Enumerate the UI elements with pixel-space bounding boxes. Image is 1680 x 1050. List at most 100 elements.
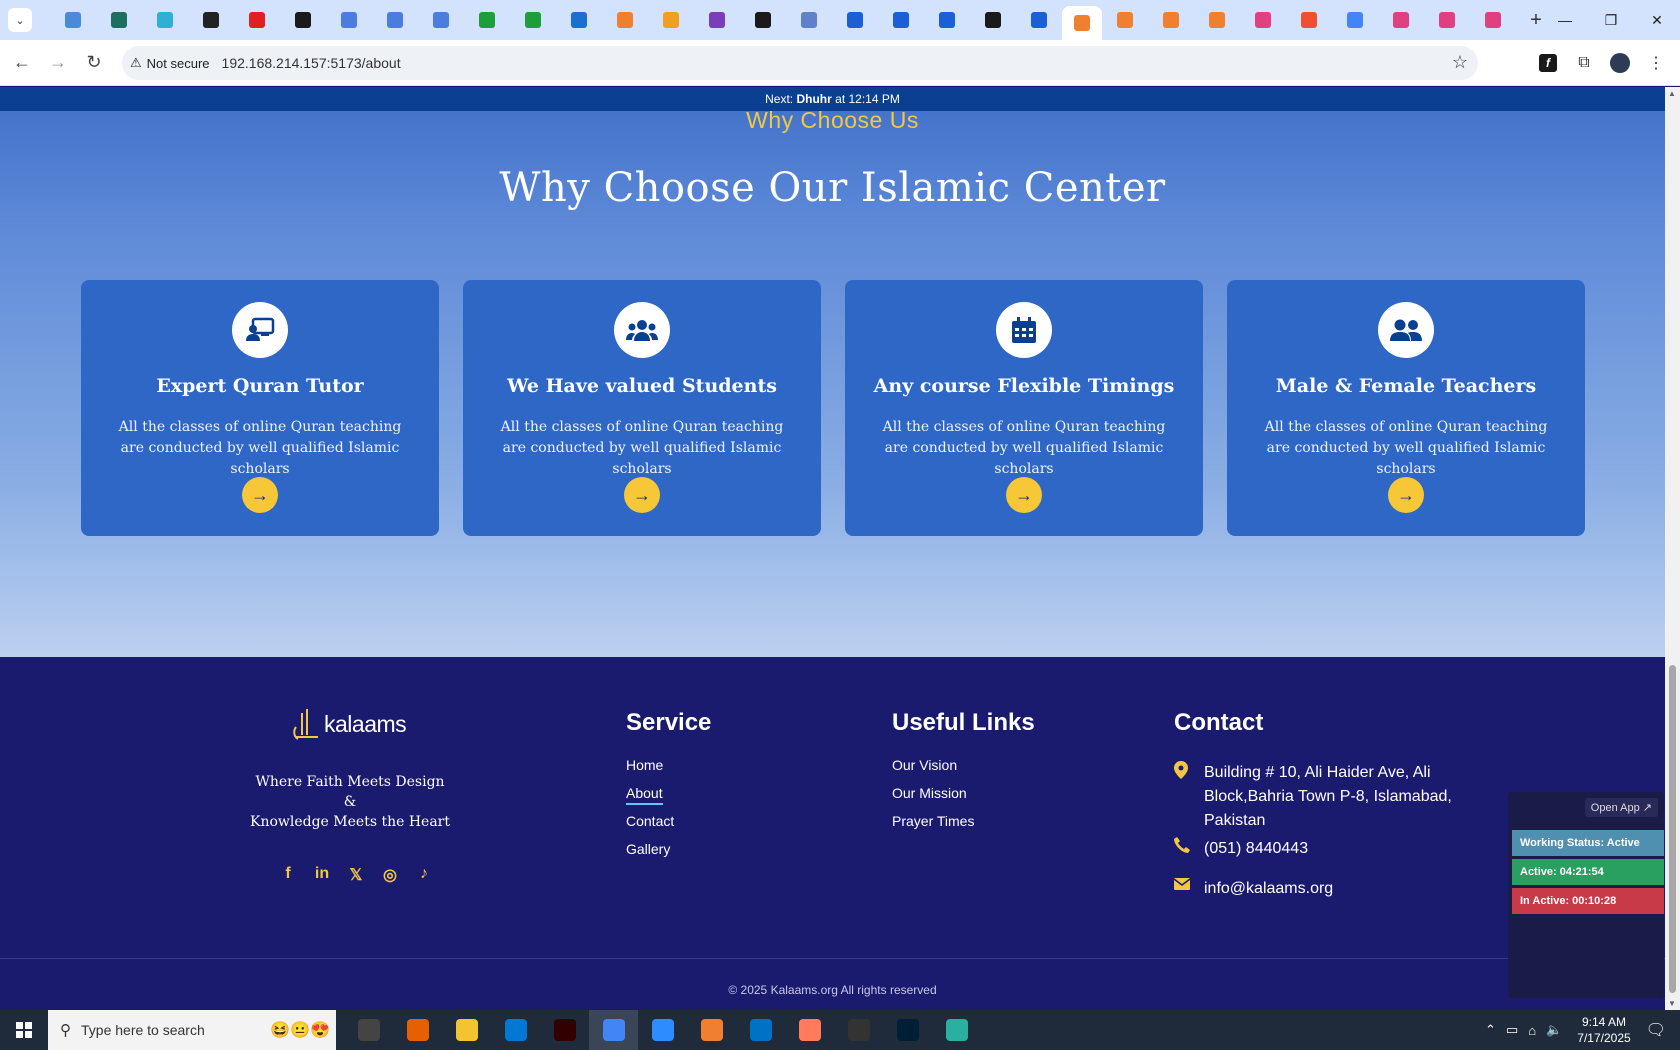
card-arrow-button[interactable]: → <box>1006 477 1042 513</box>
browser-tab[interactable] <box>464 0 510 40</box>
taskbar-app-icon[interactable] <box>344 1010 393 1050</box>
footer-link-home[interactable]: Home <box>626 757 674 785</box>
browser-tab[interactable] <box>418 0 464 40</box>
browser-tab[interactable] <box>1240 0 1286 40</box>
prayer-prefix: Next: <box>765 92 794 106</box>
footer-link-gallery[interactable]: Gallery <box>626 841 674 869</box>
browser-tab[interactable] <box>970 0 1016 40</box>
page-scrollbar[interactable]: ▲ ▼ <box>1665 87 1680 1010</box>
extension-f-icon[interactable]: f <box>1530 46 1566 80</box>
footer-link-our-vision[interactable]: Our Vision <box>892 757 974 785</box>
taskbar-app-icon[interactable] <box>491 1010 540 1050</box>
taskbar-app-icon[interactable] <box>834 1010 883 1050</box>
browser-tab[interactable] <box>1102 0 1148 40</box>
forward-icon[interactable]: → <box>40 45 76 81</box>
why-choose-section: Why Choose Us Why Choose Our Islamic Cen… <box>0 87 1665 657</box>
browser-tab[interactable] <box>510 0 556 40</box>
bookmark-star-icon[interactable]: ☆ <box>1452 52 1468 73</box>
user-friends-icon <box>1378 302 1434 358</box>
browser-tab[interactable] <box>234 0 280 40</box>
open-app-button[interactable]: Open App ↗ <box>1584 798 1658 817</box>
browser-tab[interactable] <box>832 0 878 40</box>
browser-tab[interactable] <box>786 0 832 40</box>
site-footer: kalaams Where Faith Meets Design & Knowl… <box>0 657 1665 1010</box>
taskbar-app-icon[interactable] <box>540 1010 589 1050</box>
browser-tab[interactable] <box>142 0 188 40</box>
browser-tab[interactable] <box>1424 0 1470 40</box>
taskbar-clock[interactable]: 9:14 AM 7/17/2025 <box>1577 1014 1630 1046</box>
kalaams-logo[interactable]: kalaams <box>292 707 407 741</box>
linkedin-icon[interactable]: in <box>305 865 339 885</box>
browser-tab[interactable] <box>1016 0 1062 40</box>
close-icon[interactable]: ✕ <box>1634 0 1680 40</box>
browser-tab[interactable] <box>1194 0 1240 40</box>
url-text[interactable]: 192.168.214.157:5173/about <box>222 55 401 71</box>
network-icon[interactable]: ⌂ <box>1528 1023 1536 1038</box>
browser-tab[interactable] <box>1062 6 1102 40</box>
meet-now-icon[interactable]: ▭ <box>1506 1022 1518 1038</box>
card-arrow-button[interactable]: → <box>624 477 660 513</box>
address-bar[interactable]: ⚠ Not secure 192.168.214.157:5173/about … <box>122 46 1478 80</box>
taskbar-app-icon[interactable] <box>589 1010 638 1050</box>
link-label: Our Vision <box>892 757 958 773</box>
browser-tab[interactable] <box>326 0 372 40</box>
browser-menu-icon[interactable]: ⋮ <box>1638 46 1674 80</box>
facebook-icon[interactable]: f <box>271 865 305 885</box>
contact-email: info@kalaams.org <box>1173 877 1333 901</box>
taskbar-app-icon[interactable] <box>932 1010 981 1050</box>
instagram-icon[interactable]: ◎ <box>373 865 407 885</box>
x-twitter-icon[interactable]: 𝕏 <box>339 865 373 885</box>
footer-link-prayer-times[interactable]: Prayer Times <box>892 813 974 841</box>
back-icon[interactable]: ← <box>4 45 40 81</box>
taskbar-search[interactable]: ⚲ Type here to search 😆😐😍 <box>48 1010 336 1050</box>
scroll-up-arrow-icon[interactable]: ▲ <box>1668 89 1676 98</box>
taskbar-app-icon[interactable] <box>393 1010 442 1050</box>
extensions-puzzle-icon[interactable]: ⧉ <box>1566 46 1602 80</box>
scroll-down-arrow-icon[interactable]: ▼ <box>1668 999 1676 1008</box>
scrollbar-thumb[interactable] <box>1669 665 1676 993</box>
taskbar-app-icon[interactable] <box>687 1010 736 1050</box>
restore-icon[interactable]: ❐ <box>1588 0 1634 40</box>
footer-link-our-mission[interactable]: Our Mission <box>892 785 974 813</box>
profile-avatar[interactable] <box>1610 53 1630 73</box>
browser-tab[interactable] <box>740 0 786 40</box>
email-address[interactable]: info@kalaams.org <box>1204 877 1333 901</box>
notification-icon[interactable]: 🗨 <box>1646 1020 1666 1040</box>
tab-search-chevron-icon[interactable]: ⌄ <box>8 8 32 32</box>
card-arrow-button[interactable]: → <box>1388 477 1424 513</box>
minimize-icon[interactable]: — <box>1542 0 1588 40</box>
browser-tab[interactable] <box>372 0 418 40</box>
taskbar-app-icon[interactable] <box>638 1010 687 1050</box>
volume-icon[interactable]: 🔈 <box>1546 1022 1562 1038</box>
browser-tab[interactable] <box>556 0 602 40</box>
browser-tab[interactable] <box>1332 0 1378 40</box>
browser-tab[interactable] <box>602 0 648 40</box>
browser-toolbar: ← → ↻ ⚠ Not secure 192.168.214.157:5173/… <box>0 40 1680 86</box>
link-label: Gallery <box>626 841 671 857</box>
browser-tab[interactable] <box>1378 0 1424 40</box>
taskbar-app-icon[interactable] <box>883 1010 932 1050</box>
browser-tab[interactable] <box>1470 0 1516 40</box>
browser-tab[interactable] <box>96 0 142 40</box>
phone-number[interactable]: (051) 8440443 <box>1204 837 1308 861</box>
footer-link-about[interactable]: About <box>626 785 674 813</box>
tray-chevron-icon[interactable]: ⌃ <box>1485 1022 1496 1038</box>
security-indicator[interactable]: ⚠ Not secure <box>130 55 210 71</box>
card-arrow-button[interactable]: → <box>242 477 278 513</box>
browser-tab[interactable] <box>694 0 740 40</box>
browser-tab[interactable] <box>188 0 234 40</box>
browser-tab[interactable] <box>1148 0 1194 40</box>
browser-tab[interactable] <box>50 0 96 40</box>
windows-start-icon[interactable] <box>0 1010 48 1050</box>
browser-tab[interactable] <box>924 0 970 40</box>
reload-icon[interactable]: ↻ <box>76 45 112 81</box>
browser-tab[interactable] <box>1286 0 1332 40</box>
browser-tab[interactable] <box>648 0 694 40</box>
footer-link-contact[interactable]: Contact <box>626 813 674 841</box>
tiktok-icon[interactable]: ♪ <box>407 865 441 885</box>
taskbar-app-icon[interactable] <box>736 1010 785 1050</box>
browser-tab[interactable] <box>878 0 924 40</box>
taskbar-app-icon[interactable] <box>785 1010 834 1050</box>
browser-tab[interactable] <box>280 0 326 40</box>
taskbar-app-icon[interactable] <box>442 1010 491 1050</box>
